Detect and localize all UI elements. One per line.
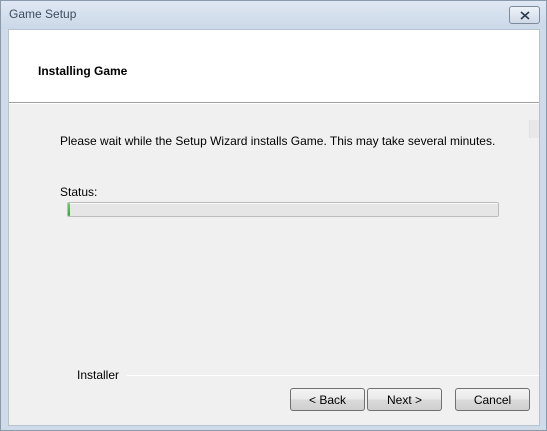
progress-fill: [68, 203, 70, 216]
window-title: Game Setup: [9, 7, 77, 21]
page-title: Installing Game: [38, 64, 128, 78]
side-edge: [529, 120, 539, 138]
close-button[interactable]: [509, 6, 540, 24]
setup-window: Game Setup Installing Game Please wait w…: [0, 0, 547, 431]
wizard-header: Installing Game: [9, 30, 539, 103]
wizard-client-area: Installing Game Please wait while the Se…: [8, 29, 540, 426]
close-icon: [519, 10, 530, 20]
installer-divider: [127, 375, 539, 376]
status-label: Status:: [60, 185, 98, 199]
install-message: Please wait while the Setup Wizard insta…: [60, 134, 496, 148]
progress-bar: [67, 202, 499, 217]
header-divider: [9, 103, 539, 104]
cancel-button[interactable]: Cancel: [455, 388, 530, 411]
installer-group-label: Installer: [77, 368, 126, 382]
back-button[interactable]: < Back: [290, 388, 365, 411]
next-button[interactable]: Next >: [367, 388, 442, 411]
title-bar[interactable]: Game Setup: [1, 1, 546, 29]
